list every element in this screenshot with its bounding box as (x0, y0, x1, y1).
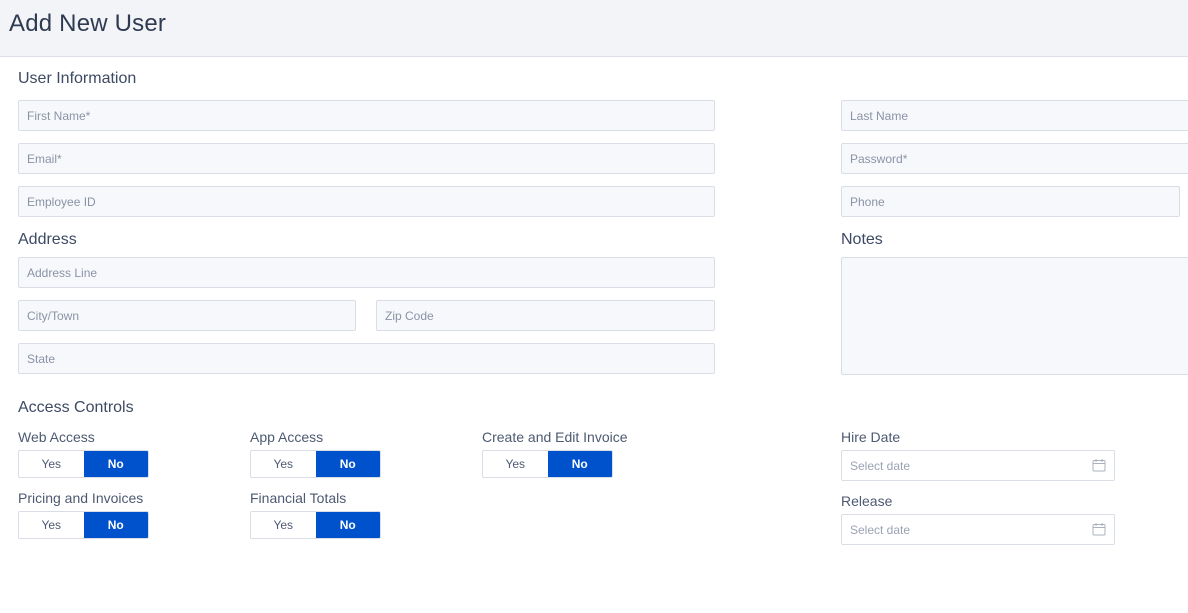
hire-date-label: Hire Date (841, 429, 901, 445)
create-edit-invoice-label: Create and Edit Invoice (482, 429, 628, 445)
release-date-picker[interactable]: Select date (841, 514, 1115, 545)
pricing-invoices-yes-option[interactable]: Yes (19, 512, 84, 538)
page-title: Add New User (9, 10, 167, 37)
app-access-toggle: Yes No (250, 450, 381, 478)
hire-date-placeholder: Select date (850, 459, 911, 473)
password-field[interactable] (841, 143, 1188, 174)
notes-textarea[interactable] (841, 257, 1188, 375)
notes-heading: Notes (841, 231, 883, 248)
pricing-invoices-label: Pricing and Invoices (18, 490, 144, 506)
employee-id-field[interactable] (18, 186, 715, 217)
city-field[interactable] (18, 300, 356, 331)
web-access-no-option[interactable]: No (83, 451, 148, 477)
address-line-field[interactable] (18, 257, 715, 288)
pricing-invoices-no-option[interactable]: No (83, 512, 148, 538)
web-access-toggle: Yes No (18, 450, 149, 478)
web-access-label: Web Access (18, 429, 95, 445)
web-access-yes-option[interactable]: Yes (19, 451, 84, 477)
calendar-icon[interactable] (1092, 458, 1106, 472)
state-field[interactable] (18, 343, 715, 374)
release-label: Release (841, 493, 893, 509)
create-edit-invoice-toggle: Yes No (482, 450, 613, 478)
release-date-placeholder: Select date (850, 523, 911, 537)
access-controls-heading: Access Controls (18, 399, 134, 416)
user-information-heading: User Information (18, 70, 137, 87)
address-heading: Address (18, 231, 77, 248)
financial-totals-toggle: Yes No (250, 511, 381, 539)
page-header: Add New User (0, 0, 1188, 57)
pricing-invoices-toggle: Yes No (18, 511, 149, 539)
create-edit-invoice-yes-option[interactable]: Yes (483, 451, 548, 477)
last-name-field[interactable] (841, 100, 1188, 131)
hire-date-picker[interactable]: Select date (841, 450, 1115, 481)
calendar-icon[interactable] (1092, 522, 1106, 536)
financial-totals-no-option[interactable]: No (315, 512, 380, 538)
create-edit-invoice-no-option[interactable]: No (547, 451, 612, 477)
phone-field[interactable] (841, 186, 1180, 217)
financial-totals-yes-option[interactable]: Yes (251, 512, 316, 538)
app-access-yes-option[interactable]: Yes (251, 451, 316, 477)
email-field[interactable] (18, 143, 715, 174)
financial-totals-label: Financial Totals (250, 490, 347, 506)
app-access-no-option[interactable]: No (315, 451, 380, 477)
first-name-field[interactable] (18, 100, 715, 131)
zip-code-field[interactable] (376, 300, 715, 331)
app-access-label: App Access (250, 429, 324, 445)
